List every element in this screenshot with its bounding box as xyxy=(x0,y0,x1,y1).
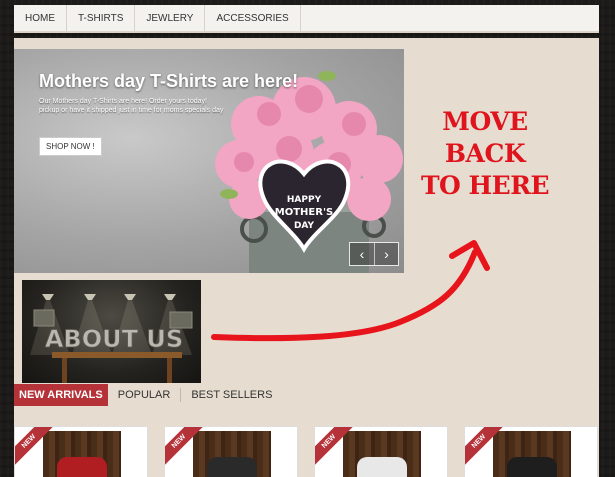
nav-home[interactable]: HOME xyxy=(14,5,67,31)
tshirt-image xyxy=(57,457,107,477)
about-us-image: ABOUT US xyxy=(30,294,193,383)
slide-title: Mothers day T-Shirts are here! xyxy=(39,71,299,91)
product-image xyxy=(493,431,571,477)
product-tabs: NEW ARRIVALS POPULAR BEST SELLERS xyxy=(14,384,282,406)
heart-line-2: MOTHER'S xyxy=(275,207,333,218)
about-us-label: ABOUT US xyxy=(45,325,183,353)
annotation-line-2: TO HERE xyxy=(420,171,550,200)
nav-accessories[interactable]: ACCESSORIES xyxy=(205,5,301,31)
heart-line-3: DAY xyxy=(294,221,315,231)
slider-next-button[interactable]: › xyxy=(373,243,398,265)
tshirt-image xyxy=(357,457,407,477)
tab-best-sellers[interactable]: BEST SELLERS xyxy=(181,384,282,406)
heart-line-1: HAPPY xyxy=(287,195,322,205)
main-nav: HOME T-SHIRTS JEWLERY ACCESSORIES xyxy=(14,5,599,33)
nav-tshirts[interactable]: T-SHIRTS xyxy=(67,5,136,31)
product-card[interactable]: NEW xyxy=(464,426,598,477)
tab-popular[interactable]: POPULAR xyxy=(108,384,181,406)
product-image xyxy=(193,431,271,477)
product-card[interactable]: NEW xyxy=(314,426,448,477)
product-image xyxy=(43,431,121,477)
slider-arrows: ‹ › xyxy=(349,242,399,266)
tshirt-image xyxy=(507,457,557,477)
product-card[interactable]: NEW xyxy=(14,426,148,477)
about-us-banner[interactable]: ABOUT US xyxy=(22,280,201,383)
tab-new-arrivals[interactable]: NEW ARRIVALS xyxy=(14,384,108,406)
annotation-line-1: MOVE BACK xyxy=(442,107,528,168)
product-card[interactable]: NEW xyxy=(164,426,298,477)
slide-description: Our Mothers day T-Shirts are here! Order… xyxy=(39,98,224,114)
move-back-annotation: MOVE BACK TO HERE xyxy=(405,106,565,202)
hero-slider[interactable]: HAPPY MOTHER'S DAY Mothers day T-Shirts … xyxy=(14,49,404,273)
nav-jewlery[interactable]: JEWLERY xyxy=(135,5,206,31)
shop-now-button[interactable]: SHOP NOW ! xyxy=(39,137,102,156)
product-image xyxy=(343,431,421,477)
tshirt-image xyxy=(207,457,257,477)
page-content: HAPPY MOTHER'S DAY Mothers day T-Shirts … xyxy=(14,38,599,477)
slider-prev-button[interactable]: ‹ xyxy=(350,243,374,265)
